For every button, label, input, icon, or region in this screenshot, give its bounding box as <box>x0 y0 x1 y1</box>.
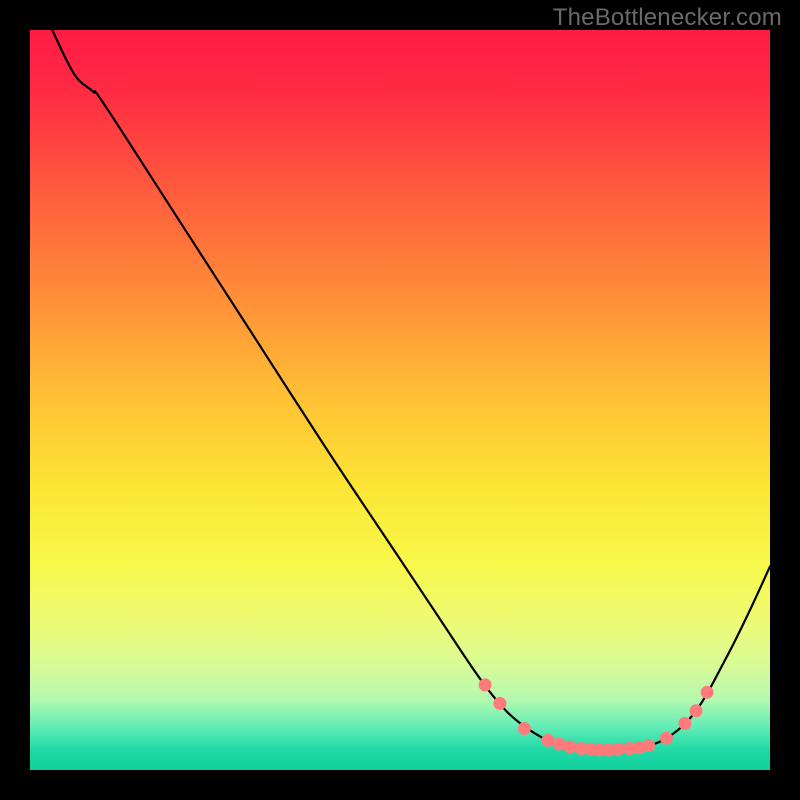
curve-marker <box>479 678 492 691</box>
curve-marker <box>642 739 655 752</box>
curve-marker <box>612 743 625 756</box>
curve-marker <box>493 697 506 710</box>
curve-marker <box>518 722 531 735</box>
curve-marker <box>701 686 714 699</box>
curve-marker <box>678 717 691 730</box>
curve-marker <box>553 738 566 751</box>
bottleneck-curve-chart <box>30 30 770 770</box>
curve-marker <box>564 741 577 754</box>
watermark-text: TheBottlenecker.com <box>553 4 782 32</box>
gradient-background <box>30 30 770 770</box>
curve-marker <box>690 704 703 717</box>
curve-marker <box>660 732 673 745</box>
curve-marker <box>542 734 555 747</box>
chart-frame: TheBottlenecker.com <box>0 0 800 800</box>
plot-area <box>30 30 770 770</box>
